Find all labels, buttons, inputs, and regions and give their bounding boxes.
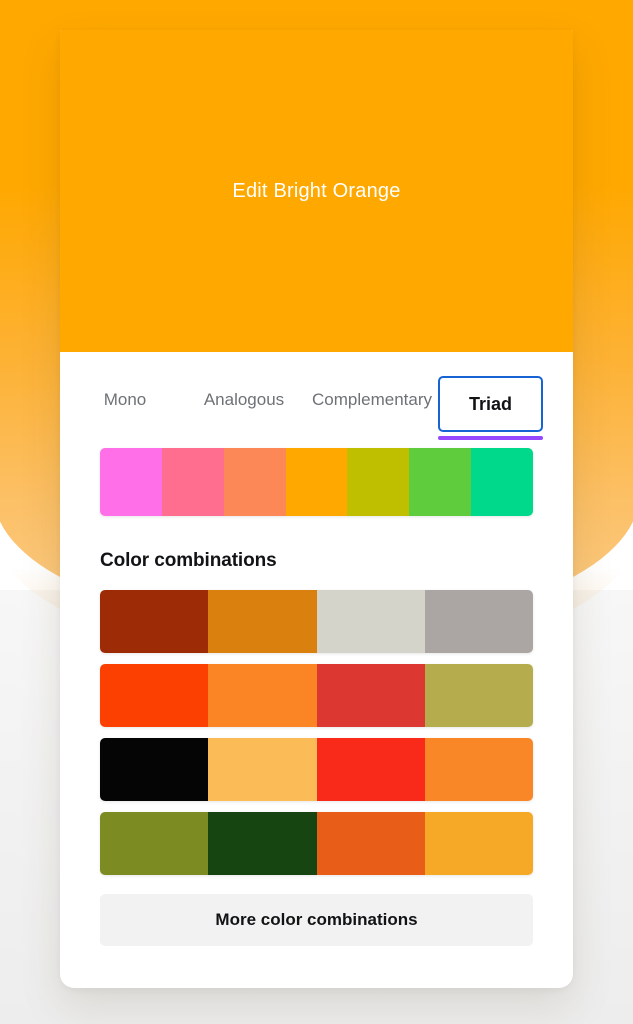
palette-swatch-bright-pink[interactable] <box>100 448 162 516</box>
combination-swatch[interactable] <box>316 738 425 801</box>
combination-swatch[interactable] <box>100 738 209 801</box>
triad-palette-strip[interactable] <box>100 448 533 516</box>
page-title: Edit Bright Orange <box>232 179 401 202</box>
tab-triad[interactable]: Triad <box>438 376 543 432</box>
tab-mono[interactable]: Mono <box>66 390 184 410</box>
palette-swatch-olive-yellow[interactable] <box>347 448 410 516</box>
combination-swatch[interactable] <box>424 664 533 727</box>
card-hero-orange-preview: Edit Bright Orange <box>60 30 573 352</box>
combination-swatch[interactable] <box>208 812 317 875</box>
palette-swatch-bright-orange[interactable] <box>285 448 348 516</box>
color-editor-card: Edit Bright Orange Mono Analogous Comple… <box>60 30 573 988</box>
tab-analogous[interactable]: Analogous <box>184 390 304 410</box>
combination-swatch[interactable] <box>316 590 425 653</box>
combination-swatch[interactable] <box>316 812 425 875</box>
combination-swatch[interactable] <box>424 590 533 653</box>
combination-swatch[interactable] <box>100 812 209 875</box>
combination-swatch[interactable] <box>100 664 209 727</box>
combination-swatch[interactable] <box>100 590 209 653</box>
combination-swatch[interactable] <box>424 738 533 801</box>
palette-swatch-spring-green[interactable] <box>471 448 533 516</box>
more-color-combinations-button[interactable]: More color combinations <box>100 894 533 946</box>
combination-swatch[interactable] <box>208 664 317 727</box>
harmony-tab-bar: Mono Analogous Complementary Triad <box>60 352 573 448</box>
combination-swatch[interactable] <box>316 664 425 727</box>
color-combination-row[interactable] <box>100 812 533 875</box>
combination-swatch[interactable] <box>424 812 533 875</box>
tab-triad-wrapper: Triad <box>438 376 543 440</box>
palette-swatch-green[interactable] <box>409 448 472 516</box>
color-combination-row[interactable] <box>100 664 533 727</box>
color-combination-row[interactable] <box>100 738 533 801</box>
palette-swatch-coral-orange[interactable] <box>223 448 286 516</box>
palette-swatch-pink-red[interactable] <box>161 448 224 516</box>
tab-active-underline <box>438 436 543 440</box>
tab-complementary[interactable]: Complementary <box>304 390 432 410</box>
color-combinations-heading: Color combinations <box>100 550 277 571</box>
combination-swatch[interactable] <box>208 738 317 801</box>
color-combination-row[interactable] <box>100 590 533 653</box>
color-combination-list <box>100 590 533 875</box>
combination-swatch[interactable] <box>208 590 317 653</box>
